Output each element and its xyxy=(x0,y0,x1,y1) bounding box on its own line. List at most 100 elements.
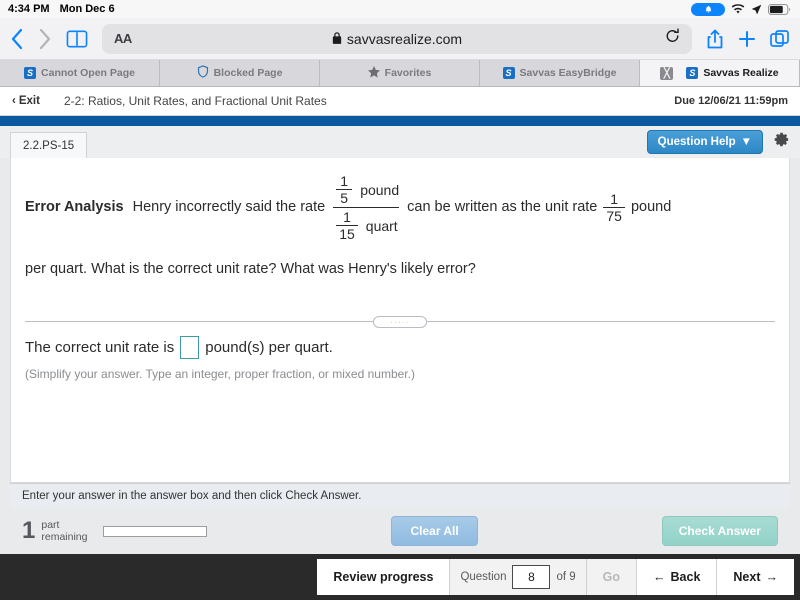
header-actions: Question Help ▼ xyxy=(646,130,790,154)
question-header: 2.2.PS-15 Question Help ▼ xyxy=(0,126,800,158)
prompt-text-3: pound xyxy=(630,199,672,216)
lock-icon xyxy=(332,32,342,44)
question-total-label: of 9 xyxy=(556,571,576,583)
question-help-label: Question Help xyxy=(657,136,736,148)
review-progress-button[interactable]: Review progress xyxy=(317,559,451,595)
prompt-text-1: Henry incorrectly said the rate xyxy=(132,199,326,216)
star-icon xyxy=(367,65,380,81)
back-button[interactable]: ← Back xyxy=(637,559,718,595)
exit-button[interactable]: ‹ Exit xyxy=(12,95,40,107)
back-label: Back xyxy=(670,570,701,584)
fraction: 1 5 xyxy=(336,173,353,207)
safari-toolbar: AA savvasrealize.com xyxy=(0,18,800,60)
complex-fraction-numerator: 1 5 pound xyxy=(333,172,399,207)
question-body: Error Analysis Henry incorrectly said th… xyxy=(10,158,790,483)
answer-section: The correct unit rate is pound(s) per qu… xyxy=(11,322,789,381)
question-id-tab[interactable]: 2.2.PS-15 xyxy=(10,132,88,158)
reload-icon[interactable] xyxy=(665,28,680,49)
savvas-favicon: S xyxy=(24,67,37,79)
chevron-left-icon: ‹ xyxy=(12,95,16,107)
question-help-button[interactable]: Question Help ▼ xyxy=(646,130,763,154)
fraction-denominator: 75 xyxy=(606,208,622,225)
arrow-left-icon: ← xyxy=(653,570,666,584)
forward-icon[interactable] xyxy=(38,28,52,50)
tab-label: Savvas EasyBridge xyxy=(519,67,617,79)
check-answer-button[interactable]: Check Answer xyxy=(661,516,778,546)
parts-label: part remaining xyxy=(41,519,87,543)
prompt-line-2: per quart. What is the correct unit rate… xyxy=(25,261,476,278)
browser-tab-active[interactable]: ╳ S Savvas Realize xyxy=(640,60,800,86)
prompt-text-2: can be written as the unit rate xyxy=(407,199,598,216)
url-text: savvasrealize.com xyxy=(346,30,463,47)
unit-rate-fraction: 1 75 xyxy=(603,191,625,224)
location-arrow-icon xyxy=(751,4,762,15)
new-tab-icon[interactable] xyxy=(738,30,756,48)
answer-line: The correct unit rate is pound(s) per qu… xyxy=(25,336,775,360)
complex-fraction: 1 5 pound 1 15 quart xyxy=(333,172,400,243)
panel-splitter: ····· xyxy=(25,316,775,329)
arrow-right-icon: → xyxy=(765,570,779,584)
action-bar: 1 part remaining Clear All Check Answer xyxy=(10,508,790,554)
fraction-unit: pound xyxy=(360,181,400,198)
savvas-favicon: S xyxy=(686,67,699,79)
lesson-exit-bar: ‹ Exit 2-2: Ratios, Unit Rates, and Frac… xyxy=(0,87,800,116)
prompt-line-1: Error Analysis Henry incorrectly said th… xyxy=(25,172,775,243)
battery-icon xyxy=(768,3,792,15)
tab-label: Blocked Page xyxy=(213,67,283,79)
savvas-favicon: S xyxy=(502,67,515,79)
next-label: Next xyxy=(733,570,761,584)
fraction-denominator: 15 xyxy=(339,226,355,243)
question-prompt: Error Analysis Henry incorrectly said th… xyxy=(11,158,789,277)
instruction-bar: Enter your answer in the answer box and … xyxy=(10,483,790,508)
close-icon[interactable]: ╳ xyxy=(660,66,674,80)
browser-tab[interactable]: S Cannot Open Page xyxy=(0,60,160,86)
book-icon[interactable] xyxy=(66,29,88,49)
progress-bar xyxy=(103,525,208,537)
bell-badge-icon xyxy=(691,2,725,16)
fraction-denominator: 5 xyxy=(340,190,349,207)
ipad-screen: 4:34 PM Mon Dec 6 AA savvasrealize.com S… xyxy=(0,0,800,600)
tabs-icon[interactable] xyxy=(770,29,790,49)
question-navigator: Question of 9 xyxy=(450,559,587,595)
gear-icon[interactable] xyxy=(773,131,790,153)
address-bar[interactable]: AA savvasrealize.com xyxy=(102,23,692,54)
chevron-down-icon: ▼ xyxy=(740,136,752,148)
accent-bar xyxy=(0,116,800,126)
share-icon[interactable] xyxy=(706,28,724,50)
bottom-navigation: Review progress Question of 9 Go ← Back … xyxy=(0,554,800,600)
go-button[interactable]: Go xyxy=(586,559,638,595)
parts-count: 1 xyxy=(22,517,36,544)
fraction-numerator: 1 xyxy=(610,191,619,208)
fraction-numerator: 1 xyxy=(343,209,351,226)
browser-tab[interactable]: Blocked Page xyxy=(160,60,320,86)
shield-icon xyxy=(197,65,209,81)
question-label: Question xyxy=(460,571,507,583)
question-number-input[interactable] xyxy=(512,565,551,589)
answer-hint: (Simplify your answer. Type an integer, … xyxy=(25,367,415,382)
url-display: savvasrealize.com xyxy=(102,31,692,47)
exercise-app: 2.2.PS-15 Question Help ▼ Error Analysis… xyxy=(0,116,800,554)
question-id-label: 2.2.PS-15 xyxy=(23,139,75,152)
tab-strip: S Cannot Open Page Blocked Page Favorite… xyxy=(0,60,800,87)
text-size-button[interactable]: AA xyxy=(114,31,132,46)
status-date: Mon Dec 6 xyxy=(59,3,115,15)
fraction-numerator: 1 xyxy=(340,173,349,189)
answer-text-after: pound(s) per quart. xyxy=(205,339,333,357)
next-button[interactable]: Next → xyxy=(717,559,794,595)
tab-label: Savvas Realize xyxy=(703,67,779,79)
fraction: 1 15 xyxy=(336,209,358,242)
fraction-unit: quart xyxy=(365,217,398,234)
parts-label-line2: remaining xyxy=(41,531,88,543)
browser-tab[interactable]: Favorites xyxy=(320,60,480,86)
back-icon[interactable] xyxy=(10,28,24,50)
answer-input[interactable] xyxy=(180,336,200,360)
browser-tab[interactable]: S Savvas EasyBridge xyxy=(480,60,640,86)
complex-fraction-denominator: 1 15 quart xyxy=(333,208,399,243)
parts-label-line1: part xyxy=(41,518,60,531)
tab-label: Cannot Open Page xyxy=(41,67,135,79)
tab-label: Favorites xyxy=(384,67,432,79)
wifi-icon xyxy=(731,3,745,15)
splitter-grip[interactable]: ····· xyxy=(373,316,427,329)
clear-all-button[interactable]: Clear All xyxy=(391,516,478,546)
